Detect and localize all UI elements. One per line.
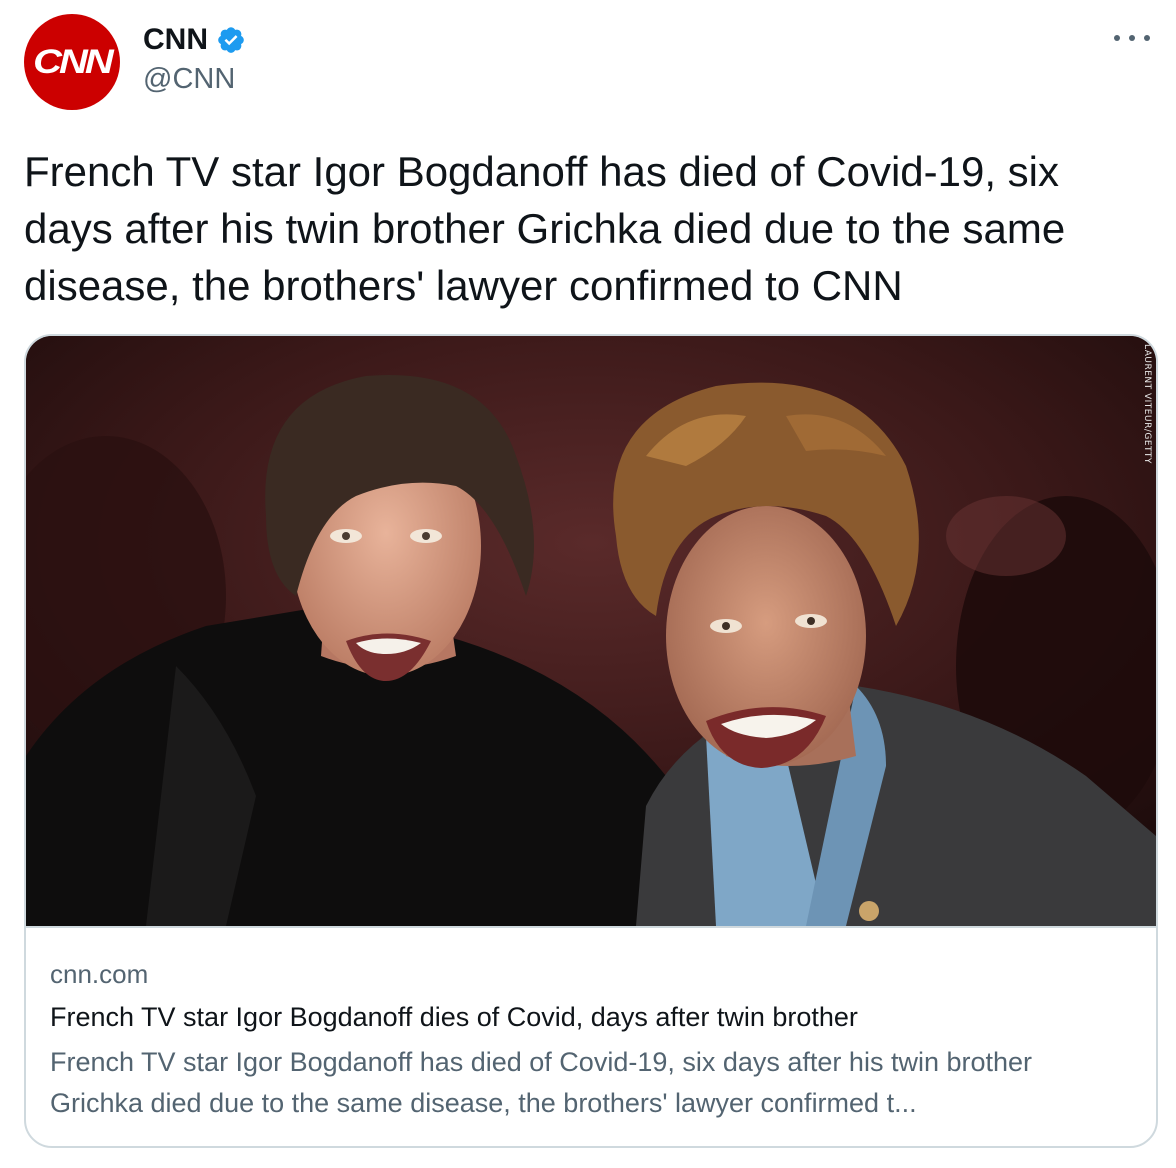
author-name-row[interactable]: CNN — [143, 22, 246, 58]
more-dot — [1129, 35, 1135, 41]
more-dot — [1114, 35, 1120, 41]
author-display-name[interactable]: CNN — [143, 22, 208, 58]
author-handle[interactable]: @CNN — [143, 62, 235, 96]
card-description: French TV star Igor Bogdanoff has died o… — [50, 1047, 1033, 1118]
link-preview-card[interactable]: LAURENT VITEUR/GETTY cnn.com French TV s… — [24, 334, 1158, 1148]
twin-brothers-photo[interactable]: LAURENT VITEUR/GETTY — [26, 336, 1156, 928]
photo-credit: LAURENT VITEUR/GETTY — [1142, 344, 1152, 464]
cnn-logo-icon: CNN — [33, 42, 114, 81]
more-dot — [1144, 35, 1150, 41]
verified-badge-icon — [216, 25, 246, 55]
more-options-icon[interactable] — [1114, 26, 1150, 50]
card-domain: cnn.com — [50, 959, 149, 989]
avatar[interactable]: CNN — [24, 14, 120, 110]
card-title[interactable]: French TV star Igor Bogdanoff dies of Co… — [50, 1000, 1130, 1034]
tweet-text: French TV star Igor Bogdanoff has died o… — [24, 148, 1066, 309]
